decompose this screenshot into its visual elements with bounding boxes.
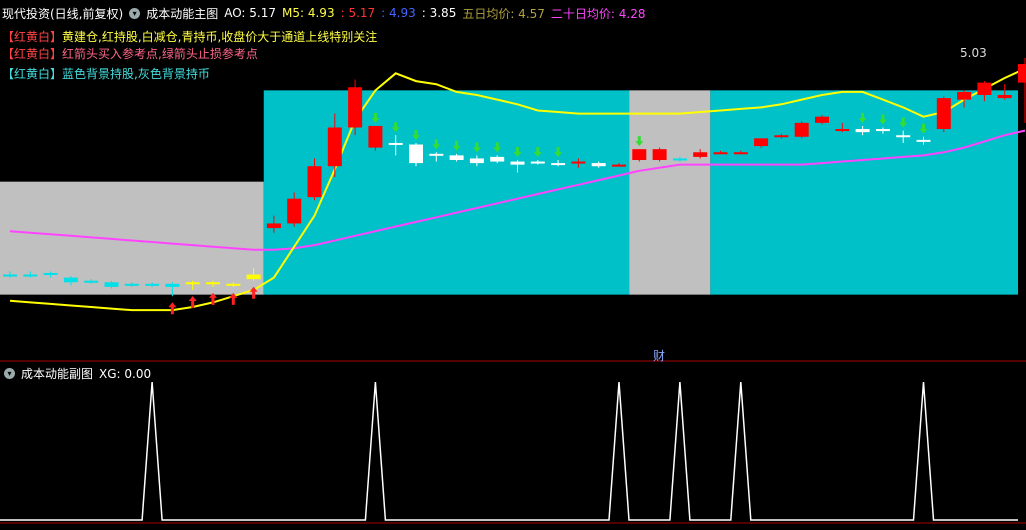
chart-header: 现代投资(日线,前复权) ▾ 成本动能主图 AO: 5.17 M5: 4.93 … bbox=[2, 5, 645, 21]
candle-body bbox=[855, 129, 870, 133]
candle-body bbox=[977, 82, 992, 95]
candle-body bbox=[530, 161, 545, 164]
candle-body bbox=[145, 283, 160, 286]
candle-body bbox=[246, 274, 261, 280]
candle-body bbox=[63, 277, 78, 283]
candle-body bbox=[632, 149, 647, 160]
candle-body bbox=[23, 274, 38, 277]
candle-body bbox=[490, 156, 505, 162]
candle-body bbox=[835, 129, 850, 132]
candle-body bbox=[388, 142, 403, 145]
sub-chart-header: ▾ 成本动能副图 XG: 0.00 bbox=[4, 365, 151, 382]
ao-value: AO: 5.17 bbox=[224, 6, 277, 20]
candle-body bbox=[794, 122, 809, 137]
candle-body bbox=[287, 198, 302, 224]
legend-tag: 【红黄白】 bbox=[2, 47, 63, 61]
cash-band-gray bbox=[0, 181, 264, 295]
candle-body bbox=[652, 149, 667, 160]
candle-body bbox=[510, 161, 525, 165]
candle-body bbox=[84, 280, 99, 283]
candle-body bbox=[469, 158, 484, 164]
candle-body bbox=[3, 274, 17, 277]
xg-signal-line bbox=[0, 381, 1018, 521]
candle-body bbox=[409, 144, 423, 164]
candle-body bbox=[206, 282, 220, 285]
ma5-value: 五日均价: 4.57 bbox=[462, 6, 545, 21]
candle-body bbox=[104, 282, 119, 287]
legend-tag: 【红黄白】 bbox=[2, 67, 63, 81]
candle-body bbox=[226, 283, 241, 286]
ma20-value: 二十日均价: 4.28 bbox=[550, 6, 646, 21]
channel-bands bbox=[0, 90, 1018, 295]
candle-body bbox=[774, 135, 789, 138]
indicator-dropdown-icon[interactable]: ▾ bbox=[129, 7, 141, 19]
candle-body bbox=[1018, 64, 1026, 83]
legend-text: 红箭头买入参考点,绿箭头止损参考点 bbox=[62, 47, 258, 61]
sub-chart-xg-line bbox=[0, 381, 1018, 521]
candle-body bbox=[449, 155, 464, 160]
candle-body bbox=[124, 283, 139, 286]
candle-body bbox=[672, 158, 687, 161]
legend-text: 黄建仓,红持股,白减仓,青持币,收盘价大于通道上线特别关注 bbox=[62, 30, 378, 44]
sub-indicator-name[interactable]: 成本动能副图 bbox=[21, 365, 93, 382]
value-white: : 3.85 bbox=[421, 6, 457, 20]
candle-body bbox=[875, 129, 890, 132]
legend-line-2: 【红黄白】红箭头买入参考点,绿箭头止损参考点 bbox=[2, 45, 258, 62]
candle-body bbox=[266, 223, 281, 229]
stock-title[interactable]: 现代投资(日线,前复权) bbox=[2, 5, 123, 22]
candle-body bbox=[612, 164, 626, 167]
legend-line-3: 【红黄白】蓝色背景持股,灰色背景持币 bbox=[2, 65, 210, 82]
candle-body bbox=[327, 127, 342, 167]
candle-body bbox=[551, 163, 566, 166]
candle-body bbox=[957, 91, 972, 100]
legend-text: 蓝色背景持股,灰色背景持币 bbox=[62, 67, 210, 81]
m5-value: M5: 4.93 bbox=[282, 6, 335, 20]
candle-body bbox=[896, 135, 911, 138]
candle-body bbox=[307, 166, 322, 198]
legend-line-1: 【红黄白】黄建仓,红持股,白减仓,青持币,收盘价大于通道上线特别关注 bbox=[2, 28, 377, 45]
indicator-name[interactable]: 成本动能主图 bbox=[146, 5, 218, 22]
candle-body bbox=[591, 163, 606, 167]
buy-arrow-icon bbox=[168, 302, 177, 315]
candle-body bbox=[733, 152, 748, 155]
xg-value: XG: 0.00 bbox=[99, 366, 152, 381]
finance-marker[interactable]: 财 bbox=[653, 347, 665, 364]
candle-body bbox=[815, 116, 829, 123]
candle-body bbox=[348, 87, 363, 128]
candle-body bbox=[754, 138, 769, 147]
candle-body bbox=[185, 282, 200, 285]
cash-band-gray bbox=[629, 90, 711, 295]
candle-body bbox=[571, 161, 586, 164]
legend-tag: 【红黄白】 bbox=[2, 30, 63, 44]
candle-body bbox=[713, 152, 728, 155]
candle-body bbox=[693, 152, 708, 157]
value-blue: : 4.93 bbox=[381, 6, 416, 20]
sub-indicator-dropdown-icon[interactable]: ▾ bbox=[4, 368, 15, 379]
candle-body bbox=[43, 272, 58, 275]
candle-body bbox=[916, 139, 931, 142]
high-price-label: 5.03 bbox=[960, 46, 987, 60]
candle-body bbox=[429, 153, 444, 156]
candle-body bbox=[936, 98, 951, 130]
candle-body bbox=[997, 95, 1012, 99]
hold-band-cyan bbox=[710, 90, 1018, 295]
value-red: : 5.17 bbox=[340, 6, 376, 20]
candle-body bbox=[165, 283, 180, 287]
candle-body bbox=[368, 125, 383, 148]
